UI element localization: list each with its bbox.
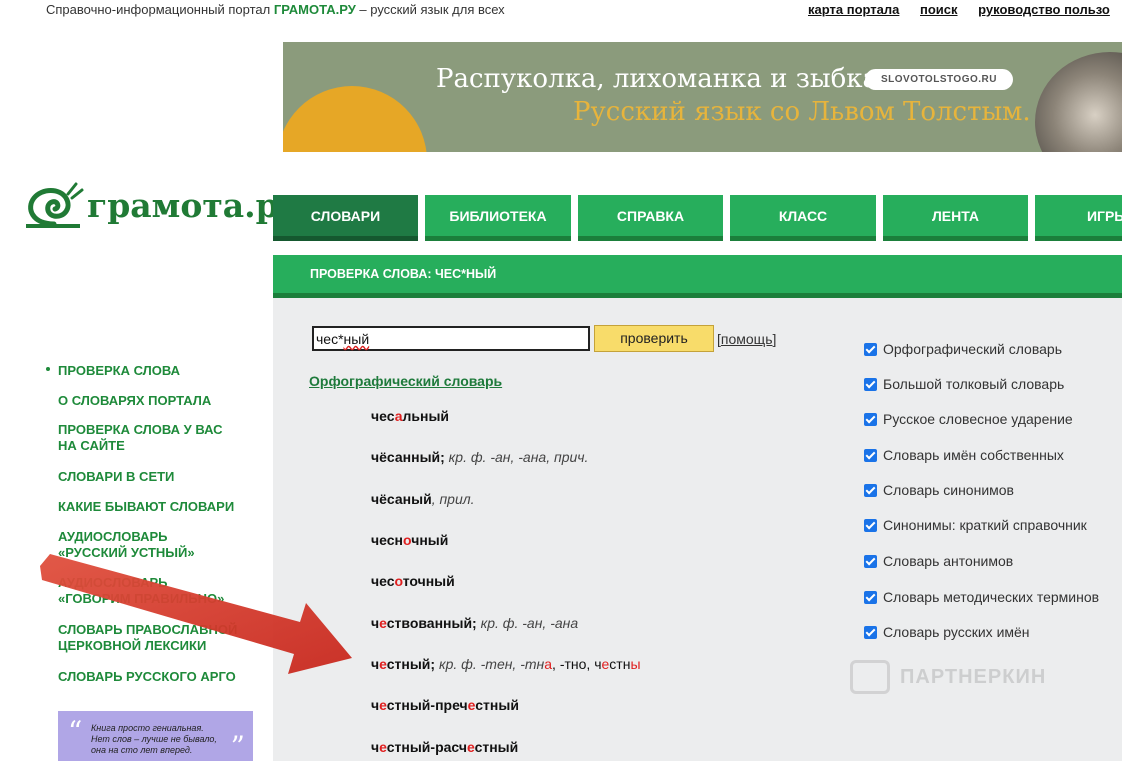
quote-text: Книга просто гениальная. Нет слов – лучш… bbox=[91, 723, 217, 755]
checkbox-checked-icon[interactable] bbox=[864, 483, 877, 497]
help-bracket-close: ] bbox=[772, 331, 777, 347]
result-entry: честный-расчестный bbox=[371, 739, 519, 755]
checkbox-checked-icon[interactable] bbox=[864, 590, 877, 604]
ad-banner[interactable]: Распуколка, лихоманка и зыбка Русский яз… bbox=[283, 42, 1122, 152]
dictionary-checkbox[interactable]: Словарь методических терминов bbox=[864, 587, 1099, 607]
snail-logo-icon bbox=[26, 182, 84, 228]
page-title-bar: ПРОВЕРКА СЛОВА: ЧЕС*НЫЙ bbox=[273, 255, 1122, 298]
top-links: карта портала поиск руководство пользо bbox=[808, 2, 1122, 17]
active-bullet-icon bbox=[46, 367, 50, 371]
search-link[interactable]: поиск bbox=[920, 2, 958, 17]
watermark-text: ПАРТНЕРКИН bbox=[900, 665, 1047, 688]
check-button[interactable]: проверить bbox=[594, 325, 714, 352]
portal-suffix: – русский язык для всех bbox=[359, 2, 505, 17]
dictionary-title-link[interactable]: Орфографический словарь bbox=[309, 373, 502, 389]
result-entry: чествованный; кр. ф. -ан, -ана bbox=[371, 615, 579, 631]
checkbox-checked-icon[interactable] bbox=[864, 554, 877, 568]
watermark-logo-icon bbox=[850, 660, 890, 694]
sidebar-item-word-check[interactable]: ПРОВЕРКА СЛОВА bbox=[58, 363, 180, 379]
result-entry: чёсанный; кр. ф. -ан, -ана, прич. bbox=[371, 449, 589, 465]
dictionary-checkbox[interactable]: Словарь русских имён bbox=[864, 622, 1030, 642]
banner-headline: Распуколка, лихоманка и зыбка bbox=[436, 64, 878, 94]
quote-open-icon: “ bbox=[68, 715, 83, 748]
sidebar-item-russian-argot[interactable]: СЛОВАРЬ РУССКОГО АРГО bbox=[58, 669, 236, 685]
sidebar-item-word-check-widget[interactable]: ПРОВЕРКА СЛОВА У ВАС НА САЙТЕ bbox=[58, 422, 223, 454]
portal-tagline: Справочно-информационный портал ГРАМОТА.… bbox=[46, 2, 505, 17]
result-entry: чёсаный, прил. bbox=[371, 491, 475, 507]
logo-text: грамота.ру bbox=[87, 186, 300, 225]
search-value-suffix: ный bbox=[343, 331, 370, 347]
dictionary-checkbox[interactable]: Русское словесное ударение bbox=[864, 409, 1073, 429]
result-entry: чесоточный bbox=[371, 573, 455, 589]
dictionary-checkbox[interactable]: Большой толковый словарь bbox=[864, 374, 1064, 394]
page-title: ПРОВЕРКА СЛОВА: ЧЕС*НЫЙ bbox=[310, 267, 497, 281]
dictionary-checkbox[interactable]: Словарь антонимов bbox=[864, 551, 1013, 571]
banner-portrait-image bbox=[1035, 52, 1122, 152]
checkbox-checked-icon[interactable] bbox=[864, 625, 877, 639]
checkbox-checked-icon[interactable] bbox=[864, 412, 877, 426]
help-link-wrap: [помощь] bbox=[717, 331, 776, 347]
sidebar-item-dictionary-types[interactable]: КАКИЕ БЫВАЮТ СЛОВАРИ bbox=[58, 499, 234, 515]
banner-url-badge: SLOVOTOLSTOGO.RU bbox=[865, 69, 1013, 90]
tab-klass[interactable]: КЛАСС bbox=[730, 195, 876, 241]
dictionary-checkbox[interactable]: Словарь синонимов bbox=[864, 480, 1014, 500]
checkbox-checked-icon[interactable] bbox=[864, 448, 877, 462]
checkbox-checked-icon[interactable] bbox=[864, 377, 877, 391]
sidebar-item-orthodox-lexicon[interactable]: СЛОВАРЬ ПРАВОСЛАВНОЙ ЦЕРКОВНОЙ ЛЕКСИКИ bbox=[58, 622, 237, 654]
user-guide-link[interactable]: руководство пользо bbox=[978, 2, 1110, 17]
main-nav: СЛОВАРИ БИБЛИОТЕКА СПРАВКА КЛАСС ЛЕНТА И… bbox=[273, 195, 1122, 241]
sidebar-item-audio-russian-oral[interactable]: АУДИОСЛОВАРЬ «РУССКИЙ УСТНЫЙ» bbox=[58, 529, 195, 561]
tab-igry[interactable]: ИГРЫ bbox=[1035, 195, 1122, 241]
search-input[interactable]: чес*ный bbox=[312, 326, 590, 351]
tab-lenta[interactable]: ЛЕНТА bbox=[883, 195, 1028, 241]
watermark: ПАРТНЕРКИН bbox=[850, 660, 1046, 694]
quote-close-icon: ” bbox=[230, 730, 245, 763]
portal-prefix: Справочно-информационный портал bbox=[46, 2, 271, 17]
tab-spravka[interactable]: СПРАВКА bbox=[578, 195, 723, 241]
help-link[interactable]: помощь bbox=[721, 331, 773, 347]
dictionary-checkbox[interactable]: Синонимы: краткий справочник bbox=[864, 515, 1087, 535]
dictionary-checkbox[interactable]: Орфографический словарь bbox=[864, 339, 1062, 359]
checkbox-checked-icon[interactable] bbox=[864, 342, 877, 356]
result-entry: честный-пречестный bbox=[371, 697, 519, 713]
quote-card: “ Книга просто гениальная. Нет слов – лу… bbox=[58, 711, 253, 761]
result-entry: чесночный bbox=[371, 532, 449, 548]
site-map-link[interactable]: карта портала bbox=[808, 2, 899, 17]
checkbox-checked-icon[interactable] bbox=[864, 518, 877, 532]
search-value-prefix: чес* bbox=[316, 331, 344, 347]
dictionary-checkbox[interactable]: Словарь имён собственных bbox=[864, 445, 1064, 465]
banner-subline: Русский язык со Львом Толстым. bbox=[573, 97, 1031, 127]
result-entry: чесальный bbox=[371, 408, 450, 424]
portal-name[interactable]: ГРАМОТА.РУ bbox=[274, 2, 356, 17]
sidebar-item-online-dictionaries[interactable]: СЛОВАРИ В СЕТИ bbox=[58, 469, 174, 485]
sidebar-item-about-dictionaries[interactable]: О СЛОВАРЯХ ПОРТАЛА bbox=[58, 393, 211, 409]
sidebar-item-audio-speak-correctly[interactable]: АУДИОСЛОВАРЬ «ГОВОРИМ ПРАВИЛЬНО» bbox=[58, 575, 224, 607]
site-logo[interactable]: грамота.ру bbox=[24, 180, 300, 230]
tab-biblioteka[interactable]: БИБЛИОТЕКА bbox=[425, 195, 571, 241]
banner-circle-decoration bbox=[283, 86, 427, 152]
tab-slovari[interactable]: СЛОВАРИ bbox=[273, 195, 418, 241]
result-entry-highlighted: честный; кр. ф. -тен, -тна, -тно, честны bbox=[371, 656, 641, 672]
